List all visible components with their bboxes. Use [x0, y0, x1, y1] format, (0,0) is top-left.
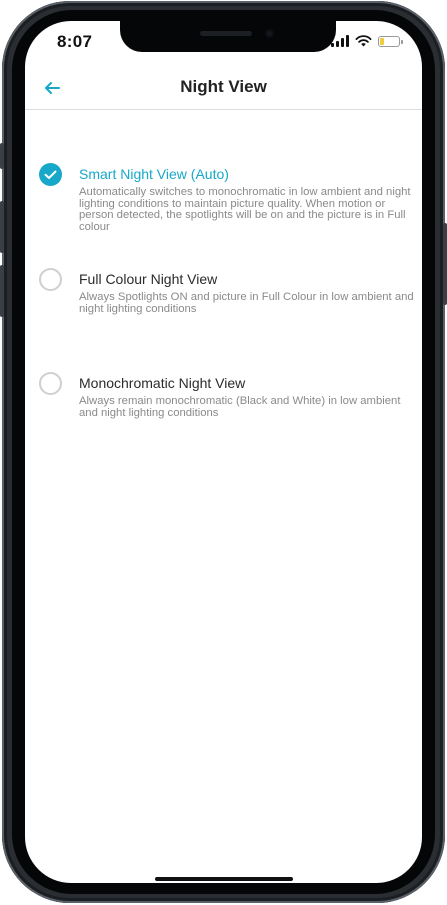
mute-switch	[0, 143, 4, 169]
battery-level	[380, 37, 384, 45]
volume-up-button	[0, 201, 4, 253]
radio-unselected-icon[interactable]	[39, 268, 62, 291]
option-text: Smart Night View (Auto) Automatically sw…	[79, 163, 414, 233]
option-label: Full Colour Night View	[79, 271, 218, 287]
wifi-icon	[355, 35, 372, 47]
radio-unselected-icon[interactable]	[39, 372, 62, 395]
radio-selected-check-icon[interactable]	[39, 163, 62, 186]
option-text: Monochromatic Night View Always remain m…	[79, 372, 414, 419]
option-label: Smart Night View (Auto)	[79, 166, 229, 182]
option-description: Always remain monochromatic (Black and W…	[79, 395, 401, 419]
page-title: Night View	[180, 77, 267, 96]
power-button	[443, 223, 447, 305]
cellular-signal-icon	[331, 35, 349, 47]
phone-frame: 8:07 Night View Smart Night View (Auto) …	[0, 1, 447, 903]
battery-icon	[378, 35, 403, 47]
screen: 8:07 Night View Smart Night View (Auto) …	[25, 21, 422, 883]
front-camera	[265, 29, 274, 38]
option-description: Automatically switches to monochromatic …	[79, 186, 411, 233]
status-time: 8:07	[57, 32, 93, 51]
volume-down-button	[0, 265, 4, 317]
earpiece-speaker	[200, 31, 252, 36]
status-icons	[331, 35, 403, 47]
home-indicator[interactable]	[155, 877, 293, 881]
option-text: Full Colour Night View Always Spotlights…	[79, 268, 414, 315]
option-label: Monochromatic Night View	[79, 375, 246, 391]
navigation-bar: Night View	[25, 69, 422, 110]
option-description: Always Spotlights ON and picture in Full…	[79, 291, 414, 315]
notch	[120, 21, 336, 52]
